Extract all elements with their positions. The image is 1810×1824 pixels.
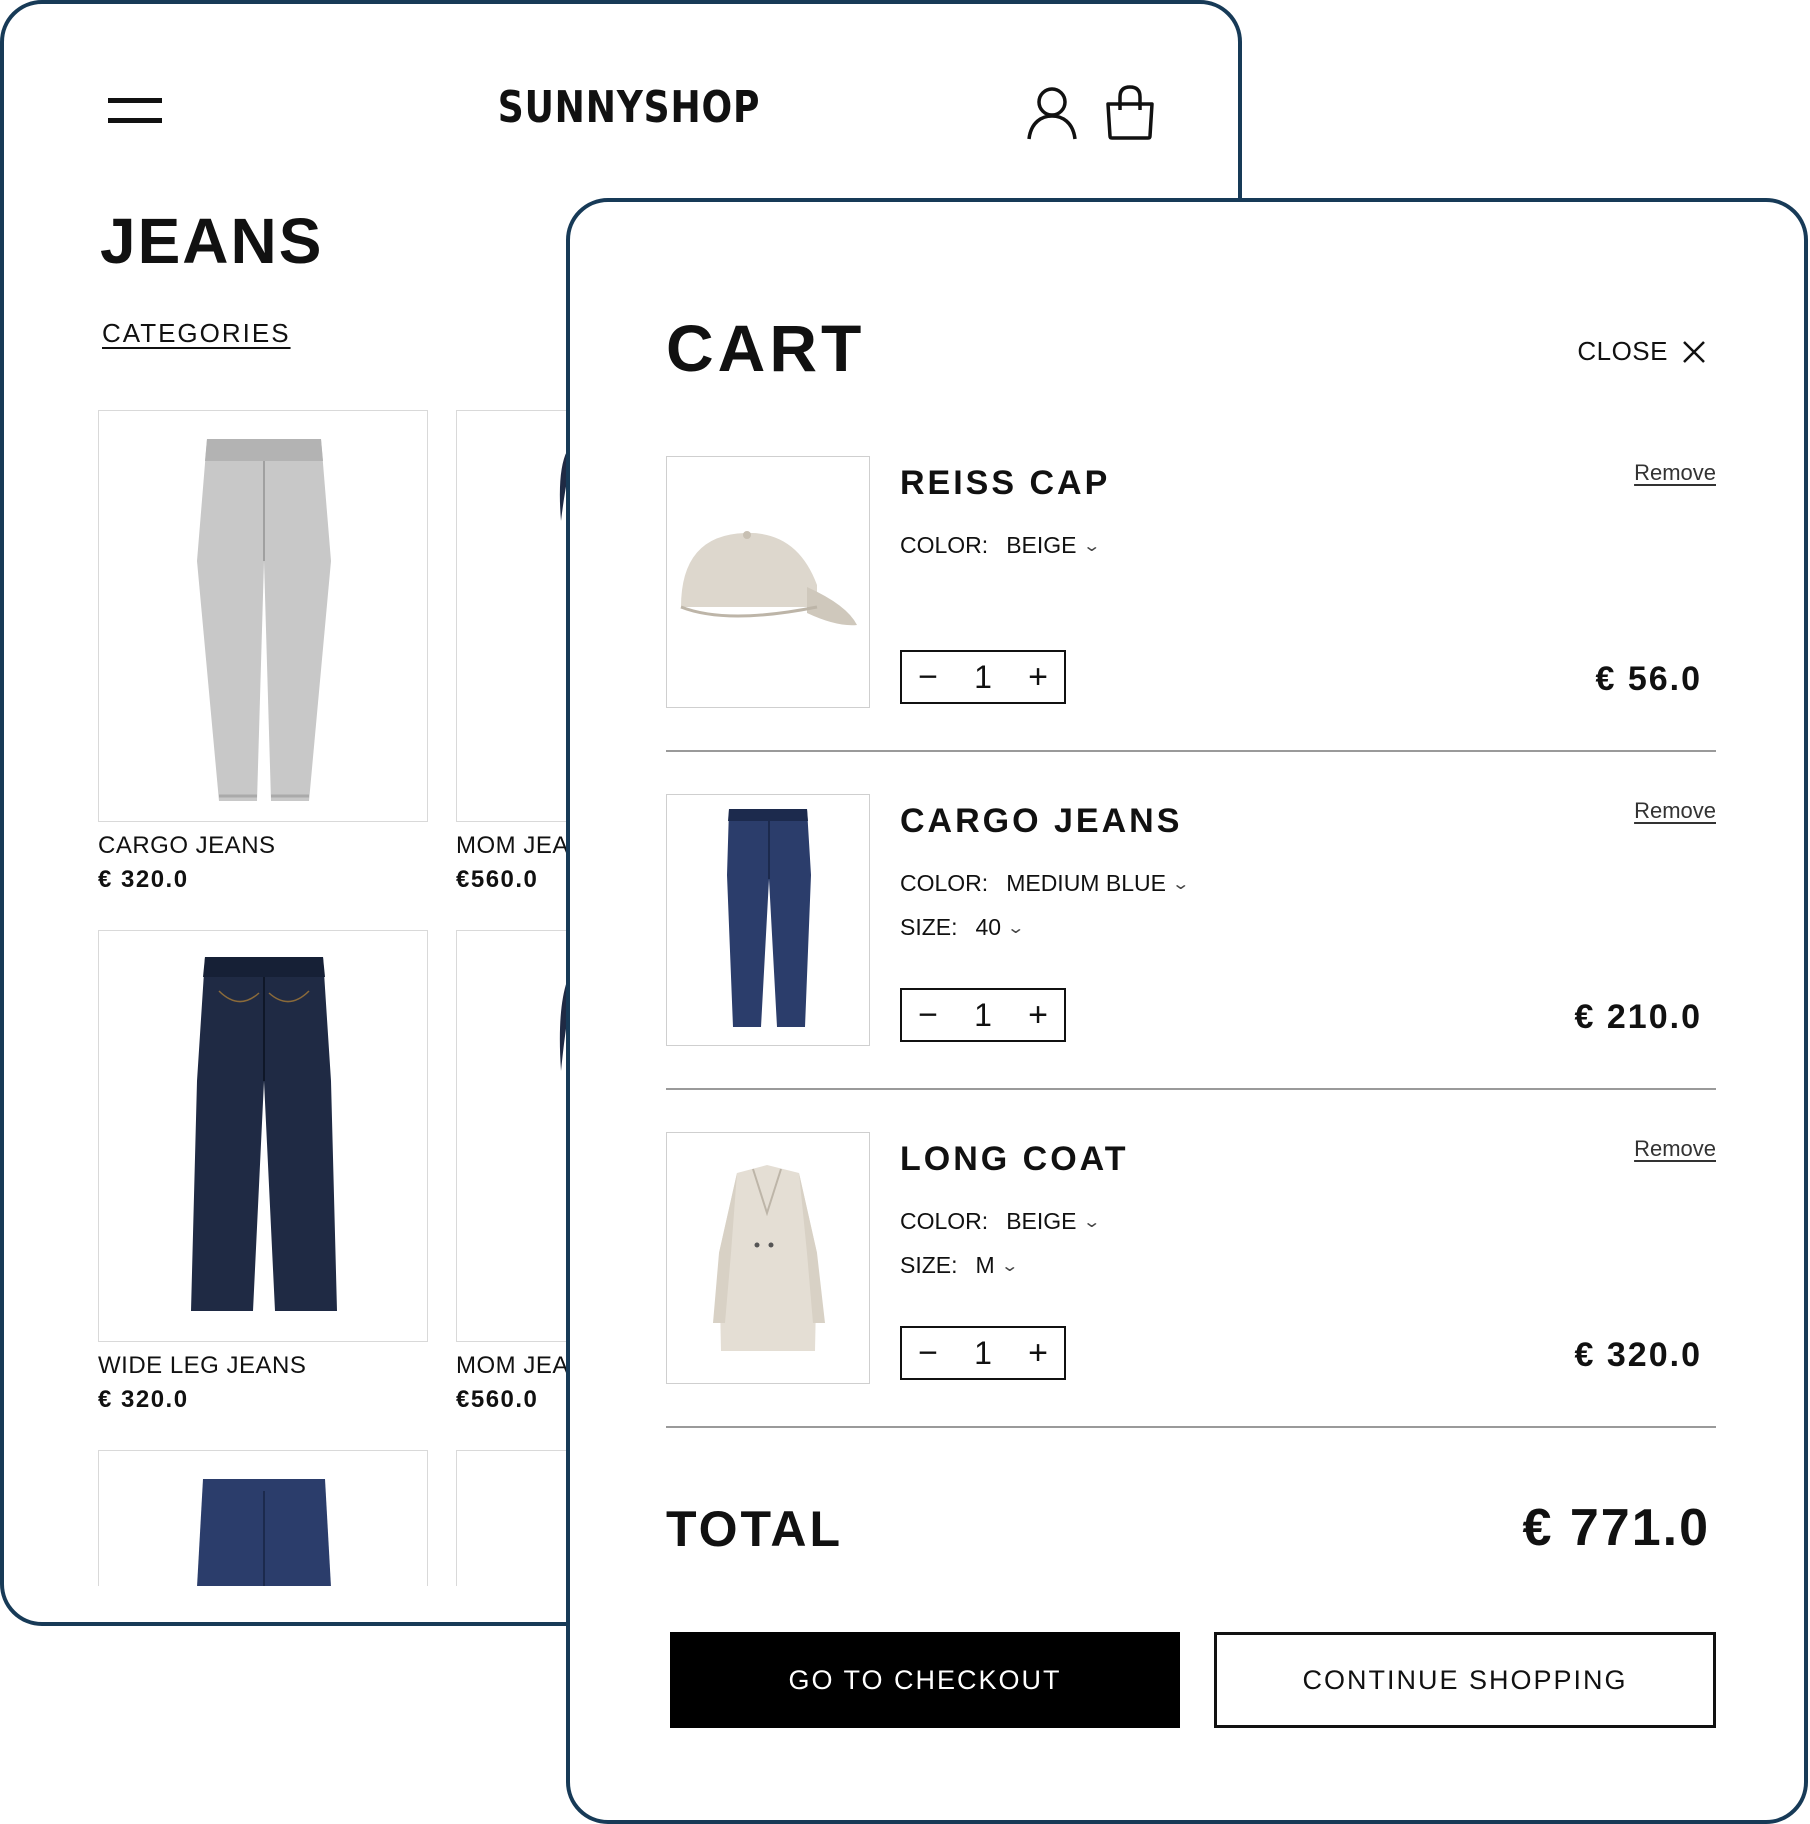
- size-selector[interactable]: SIZE: M ⌄: [900, 1252, 1019, 1279]
- jeans-image: [727, 809, 811, 1027]
- color-label: COLOR:: [900, 870, 989, 896]
- quantity-value: 1: [974, 1334, 992, 1371]
- color-dropdown[interactable]: MEDIUM BLUE ⌄: [1006, 870, 1191, 897]
- size-value: M: [975, 1252, 995, 1278]
- size-dropdown[interactable]: M ⌄: [975, 1252, 1019, 1279]
- cap-image: [680, 531, 857, 626]
- cart-panel: CART CLOSE REISS CAP Remove COLOR: BEIGE…: [566, 198, 1808, 1824]
- wide-leg-jeans-image: [191, 957, 337, 1311]
- shopping-bag-icon[interactable]: [1104, 84, 1156, 140]
- color-label: COLOR:: [900, 1208, 989, 1234]
- size-value: 40: [975, 914, 1002, 940]
- color-selector[interactable]: COLOR: BEIGE ⌄: [900, 532, 1101, 559]
- plus-icon[interactable]: +: [1012, 1328, 1064, 1378]
- minus-icon[interactable]: −: [902, 652, 954, 702]
- quantity-value: 1: [974, 658, 992, 695]
- chevron-down-icon: ⌄: [1000, 1257, 1019, 1275]
- color-selector[interactable]: COLOR: MEDIUM BLUE ⌄: [900, 870, 1191, 897]
- color-value: BEIGE: [1006, 532, 1077, 558]
- color-dropdown[interactable]: BEIGE ⌄: [1006, 1208, 1101, 1235]
- item-name: REISS CAP: [900, 464, 1111, 502]
- item-price: € 56.0: [1595, 660, 1702, 698]
- product-card[interactable]: [98, 1450, 428, 1586]
- quantity-stepper[interactable]: − 1 +: [900, 650, 1066, 704]
- account-icon[interactable]: [1026, 84, 1078, 140]
- product-card[interactable]: CARGO JEANS € 320.0: [98, 410, 428, 894]
- product-name: CARGO JEANS: [98, 832, 276, 859]
- close-icon: [1683, 340, 1705, 363]
- minus-icon[interactable]: −: [902, 990, 954, 1040]
- categories-link[interactable]: CATEGORIES: [102, 318, 291, 349]
- color-label: COLOR:: [900, 532, 989, 558]
- product-price: € 320.0: [98, 1386, 189, 1413]
- close-button[interactable]: CLOSE: [1577, 336, 1706, 367]
- remove-link[interactable]: Remove: [1634, 460, 1716, 486]
- page-title: JEANS: [100, 205, 324, 277]
- item-price: € 320.0: [1574, 1336, 1702, 1374]
- product-card[interactable]: WIDE LEG JEANS € 320.0: [98, 930, 428, 1414]
- cart-item: LONG COAT Remove COLOR: BEIGE ⌄ SIZE: M …: [666, 1132, 1716, 1470]
- product-price: € 320.0: [98, 866, 189, 893]
- size-label: SIZE:: [900, 1252, 958, 1278]
- plus-icon[interactable]: +: [1012, 990, 1064, 1040]
- quantity-stepper[interactable]: − 1 +: [900, 1326, 1066, 1380]
- hamburger-menu-icon[interactable]: [108, 98, 162, 126]
- item-thumbnail[interactable]: [666, 456, 870, 708]
- plus-icon[interactable]: +: [1012, 652, 1064, 702]
- chevron-down-icon: ⌄: [1081, 537, 1101, 555]
- close-label: CLOSE: [1577, 336, 1668, 366]
- color-dropdown[interactable]: BEIGE ⌄: [1006, 532, 1101, 559]
- blue-jeans-image: [197, 1479, 331, 1586]
- product-image[interactable]: [98, 1450, 428, 1586]
- total-label: TOTAL: [666, 1501, 844, 1557]
- item-price: € 210.0: [1574, 998, 1702, 1036]
- quantity-value: 1: [974, 996, 992, 1033]
- remove-link[interactable]: Remove: [1634, 1136, 1716, 1162]
- size-selector[interactable]: SIZE: 40 ⌄: [900, 914, 1026, 941]
- quantity-stepper[interactable]: − 1 +: [900, 988, 1066, 1042]
- minus-icon[interactable]: −: [902, 1328, 954, 1378]
- total-value: € 771.0: [1522, 1499, 1710, 1557]
- continue-shopping-button[interactable]: CONTINUE SHOPPING: [1214, 1632, 1716, 1728]
- checkout-button[interactable]: GO TO CHECKOUT: [670, 1632, 1180, 1728]
- item-name: LONG COAT: [900, 1140, 1129, 1178]
- color-value: MEDIUM BLUE: [1006, 870, 1166, 896]
- item-thumbnail[interactable]: [666, 1132, 870, 1384]
- divider: [666, 750, 1716, 752]
- remove-link[interactable]: Remove: [1634, 798, 1716, 824]
- divider: [666, 1088, 1716, 1090]
- item-name: CARGO JEANS: [900, 802, 1183, 840]
- size-label: SIZE:: [900, 914, 958, 940]
- chevron-down-icon: ⌄: [1006, 919, 1026, 937]
- chevron-down-icon: ⌄: [1171, 875, 1191, 893]
- product-name: WIDE LEG JEANS: [98, 1352, 307, 1379]
- color-value: BEIGE: [1006, 1208, 1077, 1234]
- color-selector[interactable]: COLOR: BEIGE ⌄: [900, 1208, 1101, 1235]
- cart-title: CART: [666, 311, 866, 385]
- item-thumbnail[interactable]: [666, 794, 870, 1046]
- divider: [666, 1426, 1716, 1428]
- cart-item: CARGO JEANS Remove COLOR: MEDIUM BLUE ⌄ …: [666, 794, 1716, 1132]
- grey-jeans-image: [197, 439, 331, 801]
- chevron-down-icon: ⌄: [1081, 1213, 1101, 1231]
- coat-image: [713, 1165, 825, 1351]
- product-image[interactable]: [98, 930, 428, 1342]
- size-dropdown[interactable]: 40 ⌄: [975, 914, 1026, 941]
- shop-logo[interactable]: SUNNYSHOP: [477, 82, 780, 133]
- cart-item: REISS CAP Remove COLOR: BEIGE ⌄ − 1 + € …: [666, 456, 1716, 794]
- product-image[interactable]: [98, 410, 428, 822]
